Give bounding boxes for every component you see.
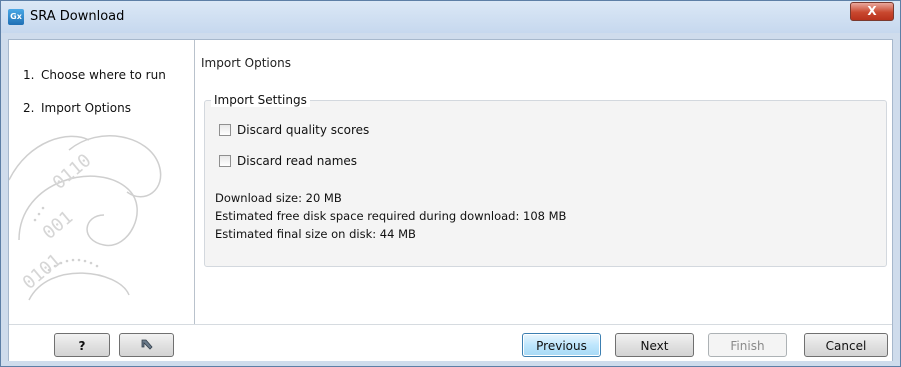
step-label: Choose where to run [41,68,166,82]
reset-button[interactable] [119,333,174,357]
svg-text:001: 001 [39,207,77,244]
close-icon: X [867,4,877,18]
button-bar: ? Previous Next Finish Cancel [9,324,892,361]
import-settings-group: Import Settings Discard quality scores D… [204,93,887,267]
next-button[interactable]: Next [615,333,694,357]
step-number: 2. [23,101,35,115]
svg-text:0110: 0110 [49,150,96,194]
cancel-button[interactable]: Cancel [804,333,888,357]
gx-app-icon: Gx [8,9,24,25]
import-settings-legend: Import Settings [211,93,310,107]
close-button[interactable]: X [850,2,894,21]
import-options-panel: Import Options Import Settings Discard q… [195,40,892,324]
checkbox-label: Discard quality scores [237,123,370,137]
checkbox-label: Discard read names [237,154,358,168]
discard-read-names-option[interactable]: Discard read names [219,154,357,168]
wizard-steps-panel: 1. Choose where to run 2. Import Options [9,40,195,324]
step-choose-where-to-run[interactable]: 1. Choose where to run [23,68,166,82]
step-import-options[interactable]: 2. Import Options [23,101,131,115]
reset-arrow-icon [141,339,153,350]
finish-button[interactable]: Finish [708,333,787,357]
estimated-free-space-text: Estimated free disk space required durin… [215,209,567,223]
sra-download-dialog: Gx SRA Download X 1. Choose where to run … [0,0,901,367]
previous-button[interactable]: Previous [522,333,601,357]
estimated-final-size-text: Estimated final size on disk: 44 MB [215,227,416,241]
step-number: 1. [23,68,35,82]
help-button[interactable]: ? [54,333,110,357]
discard-quality-scores-checkbox[interactable] [219,124,231,136]
step-label: Import Options [41,101,131,115]
discard-quality-scores-option[interactable]: Discard quality scores [219,123,369,137]
svg-text:0101: 0101 [19,250,66,294]
dialog-body: 1. Choose where to run 2. Import Options [8,39,893,361]
download-size-text: Download size: 20 MB [215,191,342,205]
title-bar[interactable]: Gx SRA Download X [1,1,900,33]
discard-read-names-checkbox[interactable] [219,155,231,167]
panel-title: Import Options [201,56,291,70]
decorative-swirl-icon: 0110 001 0101 [9,135,162,301]
window-title: SRA Download [30,9,125,24]
